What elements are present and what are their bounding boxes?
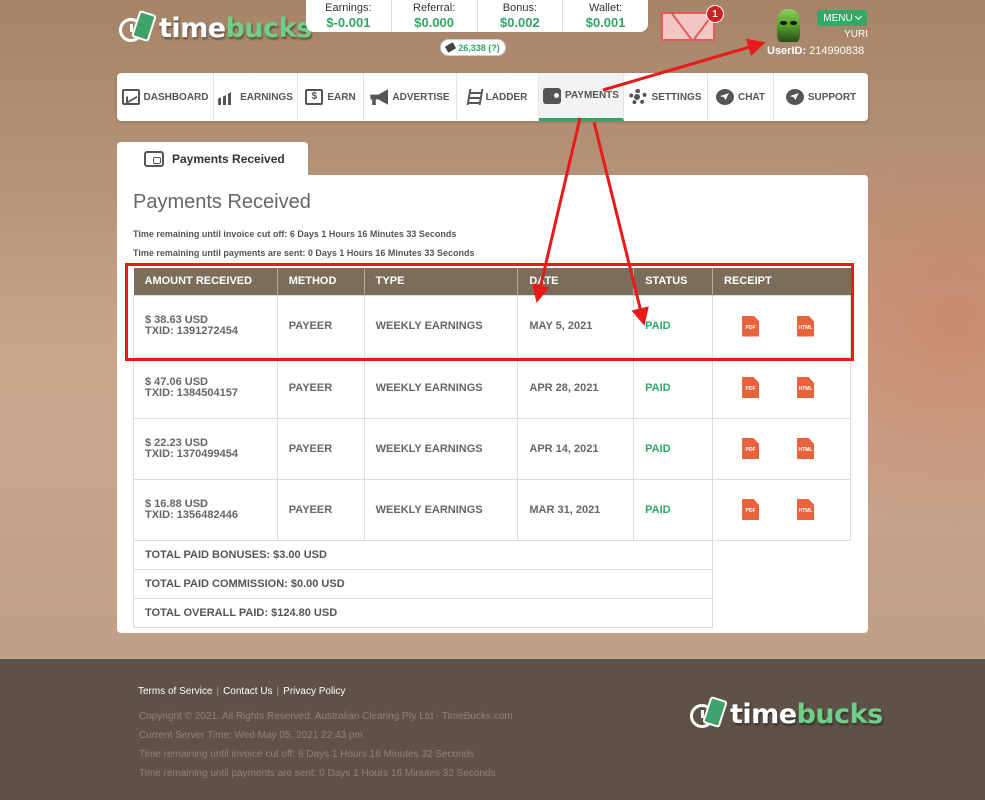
footer: Terms of Service | Contact Us | Privacy Poli… [0, 659, 985, 800]
user-id: UserID: 214990838 [767, 45, 865, 57]
mail-count-badge: 1 [706, 5, 724, 23]
terms-link[interactable]: Terms of Service [138, 686, 212, 697]
gear-icon [629, 89, 648, 105]
coins-badge[interactable]: 26,338 (?) [440, 39, 506, 56]
payment-type: WEEKLY EARNINGS [363, 294, 519, 358]
table-header-row: AMOUNT RECEIVED METHOD TYPE DATE STATUS … [133, 268, 851, 295]
nav-settings[interactable]: SETTINGS [624, 73, 708, 121]
payment-method: PAYEER [276, 294, 365, 358]
logo-clock-icon [117, 8, 159, 48]
server-time: Current Server Time: Wed May 05, 2021 22… [139, 730, 363, 741]
payments-timer: Time remaining until payments are sent: … [133, 248, 475, 258]
html-receipt-icon[interactable]: HTML [797, 438, 815, 459]
timebucks-logo[interactable]: timebucks [117, 8, 312, 48]
col-date: DATE [517, 268, 635, 295]
total-row: TOTAL PAID BONUSES: $3.00 USD [132, 539, 851, 570]
payment-txid: TXID: 1356482446 [145, 508, 238, 521]
payment-status: PAID [633, 478, 714, 541]
username: YURI [844, 29, 868, 40]
chevron-down-icon [854, 12, 862, 21]
col-type: TYPE [364, 268, 519, 295]
tag-icon [445, 42, 457, 53]
nav-support[interactable]: SUPPORT [774, 73, 868, 121]
total-row: TOTAL PAID COMMISSION: $0.00 USD [132, 568, 851, 599]
pdf-receipt-icon[interactable]: PDF [742, 315, 760, 337]
pdf-receipt-icon[interactable]: PDF [742, 499, 760, 520]
megaphone-icon [370, 89, 389, 105]
col-status: STATUS [633, 268, 714, 295]
html-receipt-icon[interactable]: HTML [797, 315, 815, 337]
payment-txid: TXID: 1384504157 [145, 386, 238, 399]
page-title: Payments Received [133, 191, 311, 213]
main-nav: DASHBOARD EARNINGS $ EARN ADVERTISE LADDE… [117, 73, 868, 121]
dashboard-icon [121, 89, 140, 105]
table-row: $ 16.88 USD TXID: 1356482446 PAYEER WEEKL… [133, 478, 851, 541]
nav-chat[interactable]: CHAT [708, 73, 774, 121]
total-row: TOTAL OVERALL PAID: $124.80 USD [132, 597, 851, 628]
wallet-icon [543, 87, 562, 104]
tab-payments-received[interactable]: Payments Received [117, 142, 308, 176]
footer-invoice-timer: Time remaining until invoice cut off: 6 … [139, 749, 475, 760]
payment-txid: TXID: 1391272454 [145, 325, 238, 337]
total-paid-commission: TOTAL PAID COMMISSION: $0.00 USD [132, 568, 714, 599]
col-receipt: RECEIPT [712, 268, 851, 295]
payment-method: PAYEER [276, 417, 365, 480]
table-row: $ 47.06 USD TXID: 1384504157 PAYEER WEEKL… [133, 356, 851, 419]
payment-date: MAY 5, 2021 [517, 294, 635, 358]
payment-date: APR 28, 2021 [517, 356, 635, 419]
pdf-receipt-icon[interactable]: PDF [742, 438, 760, 459]
total-paid-bonuses: TOTAL PAID BONUSES: $3.00 USD [132, 539, 714, 570]
chat-icon [715, 89, 734, 105]
nav-advertise[interactable]: ADVERTISE [364, 73, 457, 121]
earnings-chart-icon [218, 89, 237, 105]
nav-payments[interactable]: PAYMENTS [539, 73, 624, 121]
table-row: $ 22.23 USD TXID: 1370499454 PAYEER WEEKL… [133, 417, 851, 480]
dollar-icon: $ [305, 89, 324, 105]
payment-status: PAID [633, 417, 714, 480]
payment-txid: TXID: 1370499454 [145, 447, 238, 460]
privacy-link[interactable]: Privacy Policy [283, 686, 345, 697]
html-receipt-icon[interactable]: HTML [797, 499, 815, 520]
invoice-timer: Time remaining until invoice cut off: 6 … [133, 229, 457, 239]
payment-method: PAYEER [276, 478, 365, 541]
balance-stats-bar: Earnings: $-0.001 Referral: $0.000 Bonus: $… [306, 0, 648, 32]
col-method: METHOD [277, 268, 365, 295]
nav-earn[interactable]: $ EARN [298, 73, 364, 121]
copyright-text: Copyright © 2021. All Rights Reserved. A… [139, 711, 513, 722]
ladder-icon [466, 89, 484, 105]
footer-logo[interactable]: timebucks [688, 694, 883, 734]
payment-status: PAID [633, 356, 714, 419]
logo-clock-icon [688, 694, 730, 734]
table-row: $ 38.63 USD TXID: 1391272454 PAYEER WEEKL… [133, 294, 851, 358]
nav-dashboard[interactable]: DASHBOARD [117, 73, 214, 121]
payment-date: MAR 31, 2021 [517, 478, 635, 541]
contact-link[interactable]: Contact Us [223, 686, 272, 697]
menu-button[interactable]: MENU [817, 10, 867, 26]
footer-payments-timer: Time remaining until payments are sent: … [139, 768, 496, 779]
nav-ladder[interactable]: LADDER [457, 73, 539, 121]
stat-referral: Referral: $0.000 [392, 0, 478, 32]
nav-earnings[interactable]: EARNINGS [214, 73, 298, 121]
stat-wallet: Wallet: $0.001 [585, 2, 626, 30]
payment-method: PAYEER [276, 356, 365, 419]
payments-panel: Payments Received Time remaining until i… [117, 175, 868, 633]
total-overall-paid: TOTAL OVERALL PAID: $124.80 USD [132, 597, 714, 628]
stat-earnings: Earnings: $-0.001 [306, 0, 392, 32]
payment-type: WEEKLY EARNINGS [363, 417, 519, 480]
mail-button[interactable]: 1 [661, 5, 724, 41]
payment-type: WEEKLY EARNINGS [363, 356, 519, 419]
wallet-icon [144, 151, 164, 167]
html-receipt-icon[interactable]: HTML [797, 377, 815, 398]
paper-plane-icon [785, 89, 804, 105]
payment-type: WEEKLY EARNINGS [363, 478, 519, 541]
col-amount-received: AMOUNT RECEIVED [133, 268, 278, 295]
footer-links: Terms of Service | Contact Us | Privacy Poli… [138, 686, 346, 697]
payment-date: APR 14, 2021 [517, 417, 635, 480]
payment-status: PAID [633, 294, 714, 358]
payments-table: AMOUNT RECEIVED METHOD TYPE DATE STATUS … [132, 268, 851, 628]
stat-bonus: Bonus: $0.002 [478, 0, 564, 32]
pdf-receipt-icon[interactable]: PDF [742, 377, 760, 398]
